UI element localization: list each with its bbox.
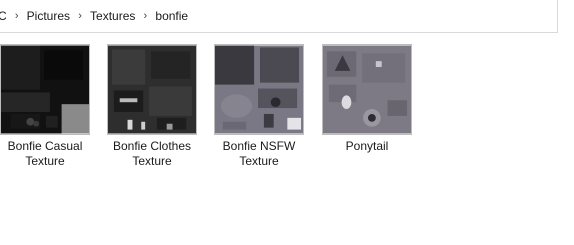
- texture-preview-nsfw: [215, 45, 303, 134]
- chevron-right-icon[interactable]: ›: [138, 10, 152, 22]
- file-name-line: Bonfie Casual: [7, 139, 83, 153]
- file-explorer-window: C › Pictures › Textures › bonfie Bonfie …: [0, 0, 574, 245]
- file-name-line: Bonfie NSFW: [222, 139, 296, 153]
- image-thumbnail[interactable]: [0, 44, 90, 135]
- texture-preview-clothes: [108, 45, 196, 134]
- file-item-bonfie-casual[interactable]: Bonfie Casual Texture: [0, 43, 90, 175]
- breadcrumb-item-textures[interactable]: Textures: [87, 7, 138, 25]
- image-thumbnail[interactable]: [214, 44, 304, 135]
- file-name[interactable]: Bonfie NSFW Texture: [204, 139, 314, 169]
- chevron-right-icon[interactable]: ›: [73, 10, 87, 22]
- image-thumbnail[interactable]: [107, 44, 197, 135]
- breadcrumb-item-bonfie[interactable]: bonfie: [152, 7, 191, 25]
- chevron-right-icon[interactable]: ›: [10, 10, 24, 22]
- file-name-line: Texture: [239, 154, 279, 168]
- file-name-line: Bonfie Clothes: [112, 139, 192, 153]
- file-grid: Bonfie Casual Texture Bonfie Clothes Tex…: [0, 43, 574, 183]
- breadcrumb-item-drive[interactable]: C: [0, 7, 10, 25]
- file-name-line: Ponytail: [345, 139, 389, 153]
- breadcrumb[interactable]: C › Pictures › Textures › bonfie: [0, 0, 558, 33]
- file-name-line: Texture: [132, 154, 172, 168]
- file-name-line: Texture: [25, 154, 65, 168]
- file-name[interactable]: Bonfie Clothes Texture: [97, 139, 207, 169]
- texture-preview-casual: [1, 45, 89, 134]
- image-thumbnail[interactable]: [322, 44, 412, 135]
- file-name[interactable]: Ponytail: [312, 139, 422, 154]
- file-item-bonfie-clothes[interactable]: Bonfie Clothes Texture: [107, 43, 197, 175]
- file-name[interactable]: Bonfie Casual Texture: [0, 139, 100, 169]
- file-item-ponytail[interactable]: Ponytail: [322, 43, 412, 175]
- breadcrumb-item-pictures[interactable]: Pictures: [24, 7, 73, 25]
- texture-preview-ponytail: [323, 45, 411, 134]
- file-item-bonfie-nsfw[interactable]: Bonfie NSFW Texture: [214, 43, 304, 175]
